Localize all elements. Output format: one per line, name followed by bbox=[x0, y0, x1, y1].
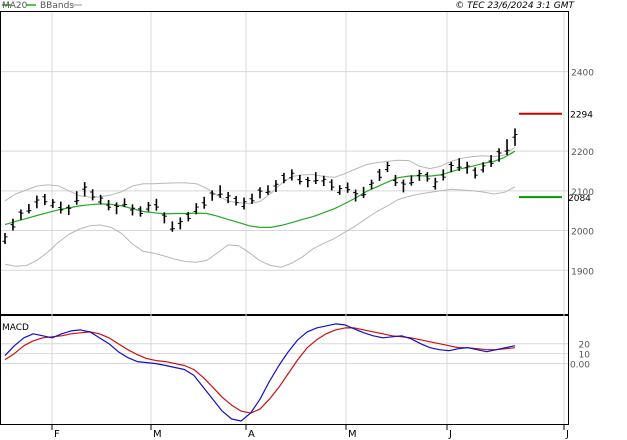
chart-canvas: 22942084 19002000210022002400F M A M J J20100… bbox=[0, 1, 594, 440]
macd-y-tick-label: 20 bbox=[579, 341, 591, 351]
month-label: J bbox=[565, 429, 569, 440]
axes: 1900 2000 2100 2200 2400 F M A M J J 20100.00 bbox=[51, 69, 594, 440]
y-tick-label: 2200 bbox=[571, 148, 594, 158]
month-label: M bbox=[348, 429, 357, 440]
y-tick-label: 1900 bbox=[571, 267, 594, 277]
macd-title: MACD bbox=[2, 323, 29, 333]
month-label: J bbox=[448, 429, 452, 440]
macd-lines bbox=[4, 323, 516, 422]
bbands-legend-label: BBands bbox=[40, 1, 74, 11]
macd-signal-line bbox=[4, 327, 516, 414]
stock-chart: 2294 2084 1900 2000 2100 2200 2400 F M A M J J 20 10 0… bbox=[0, 0, 627, 440]
macd-line bbox=[4, 323, 516, 422]
y-tick-label: 2400 bbox=[571, 69, 594, 79]
month-label: F bbox=[54, 429, 60, 440]
macd-y-tick-label: 10 bbox=[579, 351, 591, 361]
copyright-text: © TEC 23/6/2024 3:1 GMT bbox=[455, 1, 575, 11]
y-tick-label: 2100 bbox=[571, 188, 594, 198]
macd-y-tick-label: 0.00 bbox=[570, 361, 590, 371]
bollinger-bands bbox=[4, 146, 516, 268]
month-label: M bbox=[153, 429, 162, 440]
resistance-label: 2294 bbox=[570, 111, 593, 121]
ma20-legend-label: MA20 bbox=[2, 1, 28, 11]
price-bars bbox=[2, 128, 518, 245]
grid bbox=[1, 12, 568, 424]
y-tick-label: 2000 bbox=[571, 228, 594, 238]
month-label: A bbox=[248, 429, 255, 440]
